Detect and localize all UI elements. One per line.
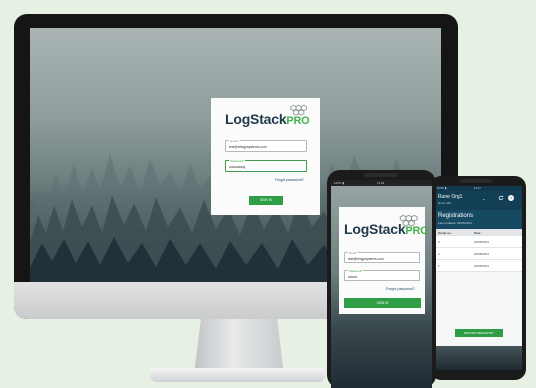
sign-in-button[interactable]: SIGN IN	[249, 196, 283, 205]
registrations-screen: 100% ▮ 11:27 Rune Org1 Rune Mt1 ⌄ i Regi…	[434, 186, 522, 370]
last-updated: Last updated: 20/05/2021	[438, 221, 473, 225]
forgot-password-link[interactable]: Forgot password?	[386, 287, 415, 291]
login-card: LogStackPRO Email* test@trilogysystems.c…	[211, 98, 320, 215]
refresh-icon[interactable]	[498, 195, 504, 201]
org-name: Rune Org1	[438, 194, 463, 200]
status-bar: 100% ▮ 11:04	[331, 180, 432, 186]
chevron-down-icon[interactable]: ⌄	[482, 196, 485, 201]
info-icon[interactable]: i	[508, 195, 514, 201]
email-field[interactable]: Email* test@trilogysystems.com	[344, 251, 420, 263]
registrations-titlebar: Registrations Last updated: 20/05/2021	[434, 210, 522, 229]
forgot-password-link[interactable]: Forgot password?	[275, 178, 304, 182]
password-field[interactable]: Password* ••••••••	[344, 269, 420, 281]
page-title: Registrations	[438, 213, 474, 219]
monitor-stand	[194, 319, 284, 371]
password-field[interactable]: Password* ••••••••••••••|	[225, 159, 307, 172]
login-card: LogStackPRO Email* test@trilogysystems.c…	[339, 207, 429, 314]
phone-registrations: 100% ▮ 11:27 Rune Org1 Rune Mt1 ⌄ i Regi…	[430, 176, 526, 380]
email-field[interactable]: Email* test@trilogysystems.com	[225, 139, 307, 152]
phone-notch	[364, 173, 398, 177]
mobile-login-screen: 100% ▮ 11:04 LogStackPRO Email* test@tri…	[331, 180, 432, 388]
phone-notch	[460, 179, 492, 183]
column-serial: Serial no.	[438, 230, 452, 235]
table-header: Serial no. Date	[434, 229, 522, 236]
phone-login: 100% ▮ 11:04 LogStackPRO Email* test@tri…	[327, 170, 436, 388]
hexagon-logo-icon	[290, 104, 307, 116]
column-date: Date	[474, 230, 481, 235]
record-new-entry-button[interactable]: RECORD NEW ENTRY	[455, 329, 503, 337]
org-subtitle: Rune Mt1	[438, 201, 452, 205]
monitor-base	[150, 368, 325, 382]
table-row[interactable]: 3 20/05/2021	[434, 236, 522, 248]
table-row[interactable]: 2 20/05/2021	[434, 248, 522, 260]
hexagon-logo-icon	[399, 214, 418, 227]
sign-in-button[interactable]: SIGN IN	[344, 298, 421, 308]
table-row[interactable]: 1 20/05/2021	[434, 260, 522, 272]
bottom-background	[434, 346, 522, 370]
app-header: Rune Org1 Rune Mt1 ⌄ i	[434, 191, 522, 210]
